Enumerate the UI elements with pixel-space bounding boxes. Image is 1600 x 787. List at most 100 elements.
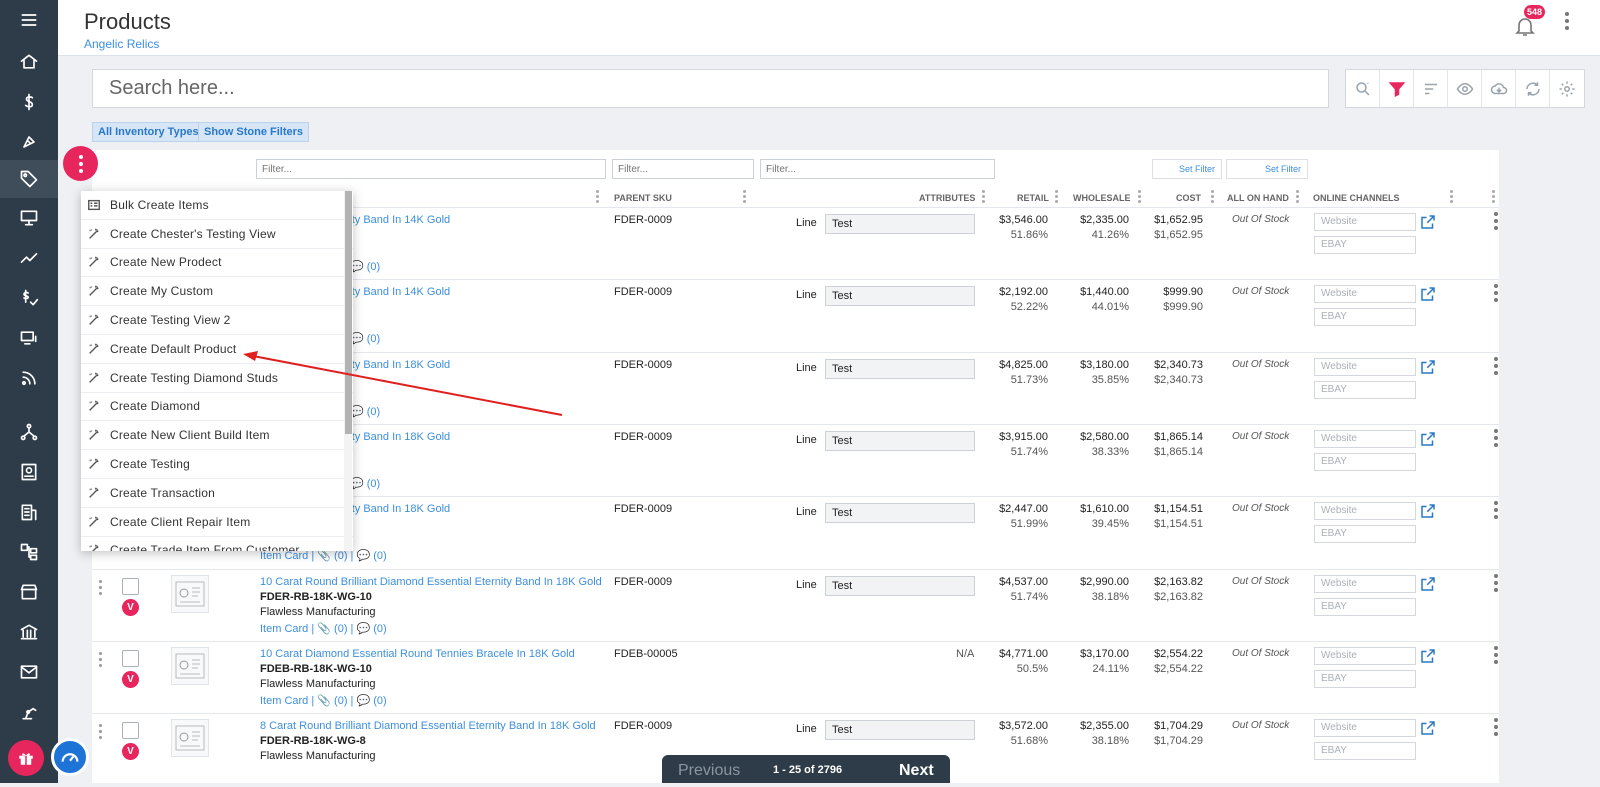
column-resize-handle[interactable] <box>1492 190 1495 203</box>
eye-icon[interactable] <box>1448 70 1482 107</box>
attribute-value-field[interactable]: Test <box>825 359 975 379</box>
comments-link[interactable]: 💬 (0) <box>350 405 380 418</box>
attribute-value-field[interactable]: Test <box>825 431 975 451</box>
row-actions-icon[interactable] <box>1494 284 1498 302</box>
register-icon[interactable] <box>0 320 58 356</box>
row-actions-icon[interactable] <box>1494 646 1498 664</box>
item-card-link[interactable]: Item Card | 📎 (0) | 💬 (0) <box>260 694 387 707</box>
column-resize-handle[interactable] <box>1296 190 1299 203</box>
bank-icon[interactable] <box>0 614 58 650</box>
menu-item[interactable]: Create Default Product <box>81 335 353 364</box>
column-header-wholesale[interactable]: WHOLESALE <box>1073 193 1131 203</box>
menu-item[interactable]: Create New Client Build Item <box>81 421 353 451</box>
external-link-icon[interactable] <box>1419 285 1437 306</box>
diamond-ring-icon[interactable] <box>0 124 58 160</box>
comments-link[interactable]: 💬 (0) <box>350 260 380 273</box>
product-name-link[interactable]: 8 Carat Round Brilliant Diamond Essentia… <box>260 720 596 732</box>
column-resize-handle[interactable] <box>743 190 746 203</box>
menu-item[interactable]: Create Testing Diamond Studs <box>81 364 353 393</box>
column-resize-handle[interactable] <box>1055 190 1058 203</box>
sort-icon[interactable] <box>1414 70 1448 107</box>
menu-scrollbar-thumb[interactable] <box>345 191 352 434</box>
channel-website-field[interactable]: Website <box>1314 575 1416 593</box>
row-actions-icon[interactable] <box>1494 718 1498 736</box>
variant-badge[interactable]: V <box>122 743 139 760</box>
sync-icon[interactable] <box>1516 70 1550 107</box>
external-link-icon[interactable] <box>1419 430 1437 451</box>
comments-link[interactable]: 💬 (0) <box>350 477 380 490</box>
store-icon[interactable] <box>0 574 58 610</box>
external-link-icon[interactable] <box>1419 213 1437 234</box>
more-actions-fab[interactable] <box>63 146 98 181</box>
column-resize-handle[interactable] <box>1138 190 1141 203</box>
channel-website-field[interactable]: Website <box>1314 502 1416 520</box>
hamburger-menu-icon[interactable] <box>0 2 58 38</box>
channel-ebay-field[interactable]: EBAY <box>1314 308 1416 326</box>
menu-item[interactable]: Create Testing <box>81 450 353 479</box>
attribute-value-field[interactable]: Test <box>825 503 975 523</box>
menu-item[interactable]: Create Chester's Testing View <box>81 220 353 249</box>
channel-ebay-field[interactable]: EBAY <box>1314 598 1416 616</box>
sitemap-icon[interactable] <box>0 534 58 570</box>
channel-ebay-field[interactable]: EBAY <box>1314 742 1416 760</box>
channel-website-field[interactable]: Website <box>1314 719 1416 737</box>
set-filter-cost-button[interactable]: Set Filter <box>1226 159 1308 179</box>
channel-ebay-field[interactable]: EBAY <box>1314 453 1416 471</box>
gear-icon[interactable] <box>1550 70 1584 107</box>
external-link-icon[interactable] <box>1419 575 1437 596</box>
channel-website-field[interactable]: Website <box>1314 213 1416 231</box>
contact-card-icon[interactable] <box>0 454 58 490</box>
item-card-link[interactable]: Item Card | 📎 (0) | 💬 (0) <box>260 622 387 635</box>
trending-up-icon[interactable] <box>0 240 58 276</box>
row-actions-icon[interactable] <box>1494 574 1498 592</box>
row-actions-icon[interactable] <box>1494 212 1498 230</box>
stone-filters-button[interactable]: Show Stone Filters <box>198 122 310 142</box>
channel-website-field[interactable]: Website <box>1314 358 1416 376</box>
previous-page-button[interactable]: Previous <box>678 762 740 780</box>
building-icon[interactable] <box>0 494 58 530</box>
gift-icon[interactable] <box>8 740 44 776</box>
column-resize-handle[interactable] <box>596 190 599 203</box>
hierarchy-icon[interactable] <box>0 414 58 450</box>
channel-website-field[interactable]: Website <box>1314 285 1416 303</box>
column-resize-handle[interactable] <box>1211 190 1214 203</box>
product-thumbnail[interactable] <box>171 575 209 613</box>
dollar-icon[interactable] <box>0 84 58 120</box>
mail-icon[interactable] <box>0 654 58 690</box>
robot-arm-icon[interactable] <box>0 694 58 730</box>
menu-item[interactable]: Create Testing View 2 <box>81 306 353 335</box>
store-name-link[interactable]: Angelic Relics <box>84 37 159 51</box>
menu-item[interactable]: Create Client Repair Item <box>81 508 353 537</box>
menu-item[interactable]: Create Trade Item From Customer <box>81 537 353 551</box>
variant-badge[interactable]: V <box>122 599 139 616</box>
filter-parent-sku-input[interactable] <box>612 159 754 179</box>
menu-item[interactable]: Create My Custom <box>81 277 353 307</box>
channel-ebay-field[interactable]: EBAY <box>1314 525 1416 543</box>
attribute-value-field[interactable]: Test <box>825 286 975 306</box>
home-icon[interactable] <box>0 44 58 80</box>
channel-website-field[interactable]: Website <box>1314 430 1416 448</box>
product-name-link[interactable]: 10 Carat Round Brilliant Diamond Essenti… <box>260 576 602 588</box>
menu-item[interactable]: Create Transaction <box>81 479 353 508</box>
column-header-attributes[interactable]: ATTRIBUTES <box>919 193 975 203</box>
row-checkbox[interactable] <box>122 578 139 595</box>
search-settings-icon[interactable] <box>1346 70 1380 107</box>
row-checkbox[interactable] <box>122 722 139 739</box>
tag-icon[interactable] <box>0 160 58 198</box>
external-link-icon[interactable] <box>1419 647 1437 668</box>
channel-website-field[interactable]: Website <box>1314 647 1416 665</box>
channel-ebay-field[interactable]: EBAY <box>1314 670 1416 688</box>
product-name-link[interactable]: 10 Carat Diamond Essential Round Tennies… <box>260 648 575 660</box>
column-header-retail[interactable]: RETAIL <box>1017 193 1049 203</box>
external-link-icon[interactable] <box>1419 358 1437 379</box>
cloud-download-icon[interactable] <box>1482 70 1516 107</box>
comments-link[interactable]: 💬 (0) <box>350 332 380 345</box>
channel-ebay-field[interactable]: EBAY <box>1314 236 1416 254</box>
row-checkbox[interactable] <box>122 650 139 667</box>
search-input[interactable] <box>92 69 1329 108</box>
column-header-parent-sku[interactable]: PARENT SKU <box>614 193 672 203</box>
pos-terminal-icon[interactable] <box>0 200 58 236</box>
column-header-online-channels[interactable]: ONLINE CHANNELS <box>1313 193 1400 203</box>
filter-attributes-input[interactable] <box>760 159 995 179</box>
attribute-value-field[interactable]: Test <box>825 720 975 740</box>
